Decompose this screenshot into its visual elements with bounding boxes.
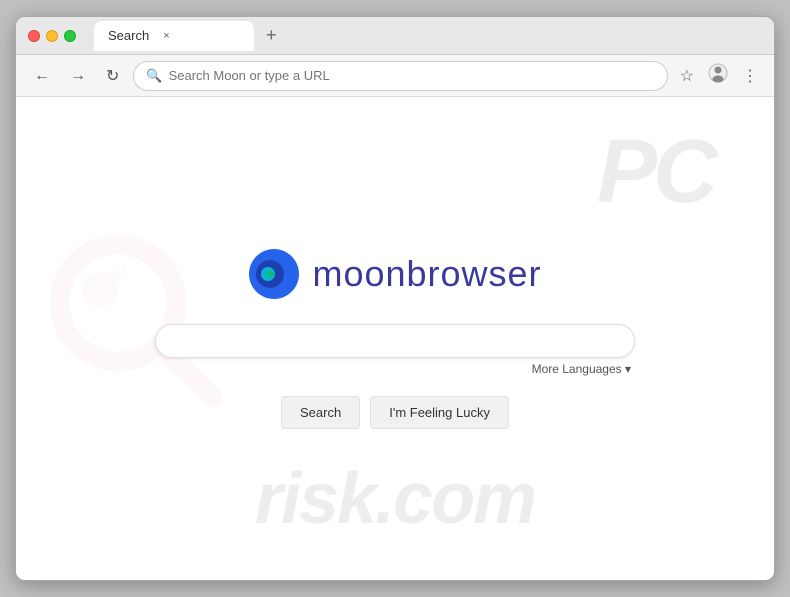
more-languages-label[interactable]: More Languages ▾	[532, 362, 631, 376]
address-input[interactable]	[169, 68, 655, 83]
page-content: PC risk.com moonbrowser	[16, 97, 774, 580]
tab-title: Search	[108, 28, 149, 43]
tab-close-icon[interactable]: ×	[163, 30, 169, 42]
moonbrowser-logo-icon	[248, 248, 300, 300]
browser-window: Search × + ← → ↻ 🔍 ☆ ⋮	[15, 16, 775, 581]
forward-button[interactable]: →	[64, 63, 92, 89]
logo-area: moonbrowser	[248, 248, 541, 300]
logo-text: moonbrowser	[312, 253, 541, 295]
maximize-button[interactable]	[64, 30, 76, 42]
main-search-content: moonbrowser More Languages ▾ Search I'm …	[155, 248, 635, 429]
nav-icons: ☆ ⋮	[676, 59, 762, 92]
menu-icon[interactable]: ⋮	[738, 62, 762, 90]
address-bar-container[interactable]: 🔍	[133, 61, 667, 91]
tab-area: Search × +	[94, 21, 762, 51]
profile-icon[interactable]	[704, 59, 732, 92]
minimize-button[interactable]	[46, 30, 58, 42]
search-icon: 🔍	[146, 68, 162, 84]
bookmark-icon[interactable]: ☆	[676, 62, 698, 90]
new-tab-button[interactable]: +	[260, 23, 283, 48]
close-button[interactable]	[28, 30, 40, 42]
watermark-top-text: PC	[597, 127, 714, 217]
title-bar: Search × +	[16, 17, 774, 55]
window-controls	[28, 30, 76, 42]
back-button[interactable]: ←	[28, 63, 56, 89]
active-tab[interactable]: Search ×	[94, 21, 254, 51]
search-bar-container: More Languages ▾	[155, 324, 635, 376]
watermark-bottom-text: risk.com	[255, 458, 535, 540]
refresh-button[interactable]: ↻	[100, 62, 125, 90]
search-button[interactable]: Search	[281, 396, 360, 429]
lucky-button[interactable]: I'm Feeling Lucky	[370, 396, 509, 429]
search-buttons-row: Search I'm Feeling Lucky	[281, 396, 509, 429]
nav-bar: ← → ↻ 🔍 ☆ ⋮	[16, 55, 774, 97]
main-search-input[interactable]	[155, 324, 635, 358]
